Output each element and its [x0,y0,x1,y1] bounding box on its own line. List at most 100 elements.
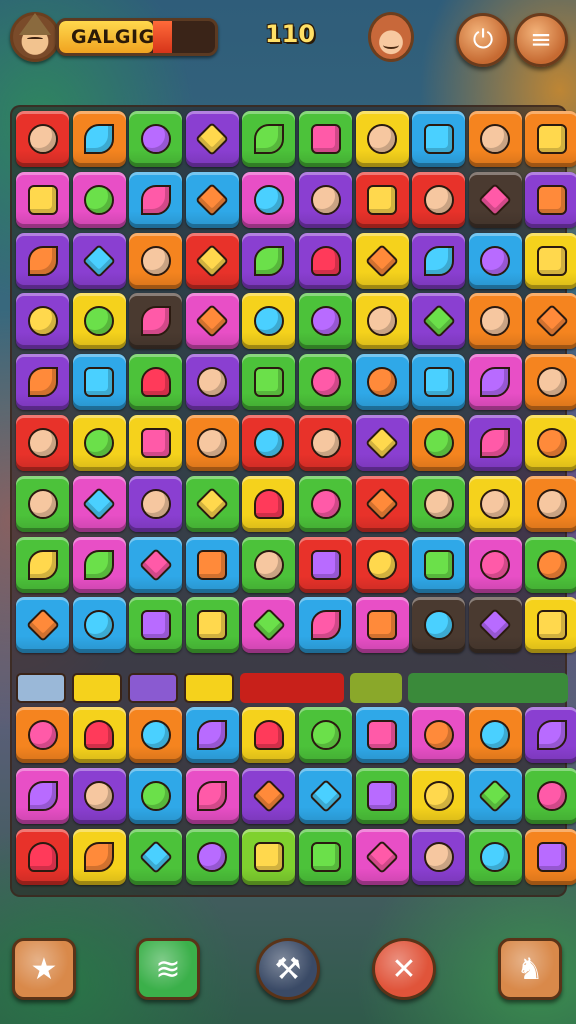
tool-button[interactable]: ⚒ [256,938,320,1000]
tile-blue-sq[interactable] [72,354,126,411]
tile-red-face[interactable] [412,171,466,228]
tile-pink-leaf[interactable] [72,536,126,593]
tile-pink-gem[interactable] [72,475,126,532]
tile-pink-circle[interactable] [412,707,466,763]
tile-green-circle[interactable] [299,354,352,411]
tile-yellow-sq[interactable] [525,597,576,654]
tile-blue-leaf[interactable] [299,597,352,654]
tile-yellow-circle[interactable] [72,415,126,471]
tile-red-circle[interactable] [355,536,409,593]
tile-purple-leaf[interactable] [468,415,522,471]
tile-orange-circle[interactable] [412,415,466,471]
tile-green-circle[interactable] [525,767,576,824]
tile-green-sq[interactable] [185,597,239,654]
close-button[interactable]: ✕ [372,938,436,1000]
tile-green-sq[interactable] [299,828,352,885]
tile-red-sq[interactable] [299,536,352,593]
tile-yellow-sq[interactable] [525,232,576,289]
tile-yellow-leaf[interactable] [72,828,126,885]
tile-green-circle[interactable] [299,293,352,350]
tile-pink-leaf[interactable] [185,767,239,824]
tile-pink-leaf[interactable] [468,354,522,411]
tile-green-gem[interactable] [185,475,239,532]
tile-blue-gem[interactable] [185,171,239,228]
tile-yellow-circle[interactable] [412,767,466,824]
tile-pink-circle[interactable] [72,171,126,228]
tile-purple-sq[interactable] [525,171,576,228]
tile-green-circle[interactable] [468,828,522,885]
tile-red-circle[interactable] [242,415,296,471]
tile-red-gem[interactable] [355,475,409,532]
tile-red-face[interactable] [299,415,352,471]
tile-green-circle[interactable] [185,828,239,885]
tile-green-circle[interactable] [299,475,352,532]
tile-orange-leaf[interactable] [72,111,126,167]
tile-purple-gem[interactable] [242,767,296,824]
tile-blue-leaf[interactable] [185,707,239,763]
tile-orange-face[interactable] [468,111,522,167]
tile-blue-sq[interactable] [412,354,466,411]
tile-purple-circle[interactable] [16,293,69,350]
tile-purple-gem[interactable] [72,232,126,289]
tile-blue-sq[interactable] [412,536,466,593]
tile-green-face[interactable] [242,536,296,593]
tile-green-face[interactable] [412,475,466,532]
tile-purple-face[interactable] [72,767,126,824]
tile-orange-gem[interactable] [525,293,576,350]
tile-red-face[interactable] [16,111,69,167]
tile-blue-gem[interactable] [129,536,183,593]
tile-orange-face[interactable] [129,232,183,289]
tile-pink-leaf[interactable] [16,767,69,824]
tile-orange-face[interactable] [185,415,239,471]
tile-blue-gem[interactable] [299,767,352,824]
tile-yellow-gem[interactable] [355,232,409,289]
tile-blue-sq[interactable] [355,707,409,763]
tile-purple-face[interactable] [185,354,239,411]
tile-yellow-circle[interactable] [72,293,126,350]
tile-blue-circle[interactable] [468,232,522,289]
tile-orange-circle[interactable] [468,707,522,763]
tile-dark-leaf[interactable] [129,293,183,350]
tile-pink-gem[interactable] [242,597,296,654]
tile-orange-face[interactable] [468,293,522,350]
star-button[interactable]: ★ [12,938,76,1000]
tile-yellow-circle[interactable] [242,293,296,350]
tile-purple-leaf[interactable] [16,232,69,289]
tile-yellow-circle[interactable] [525,415,576,471]
tile-yellow-heart[interactable] [72,707,126,763]
tile-lime-sq[interactable] [242,828,296,885]
tile-yellow-face[interactable] [355,293,409,350]
tile-purple-heart[interactable] [299,232,352,289]
tile-dark-circle[interactable] [412,597,466,654]
tile-green-sq[interactable] [129,597,183,654]
tile-green-face[interactable] [16,475,69,532]
tile-purple-leaf[interactable] [525,707,576,763]
tile-pink-gem[interactable] [355,828,409,885]
tile-green-sq[interactable] [299,111,352,167]
tile-yellow-heart[interactable] [242,475,296,532]
tile-green-gem[interactable] [129,828,183,885]
tile-red-heart[interactable] [16,828,69,885]
tile-purple-face[interactable] [299,171,352,228]
tile-blue-gem[interactable] [468,767,522,824]
tile-blue-gem[interactable] [16,597,69,654]
tile-green-sq[interactable] [242,354,296,411]
tile-green-heart[interactable] [129,354,183,411]
tile-green-circle[interactable] [129,111,183,167]
tile-purple-leaf[interactable] [412,232,466,289]
boost-button[interactable]: ≋ [136,938,200,1000]
tile-purple-leaf[interactable] [242,232,296,289]
character-button[interactable] [368,12,414,62]
tile-yellow-face[interactable] [355,111,409,167]
tile-blue-sq[interactable] [412,111,466,167]
tile-green-circle[interactable] [525,536,576,593]
tile-purple-gem[interactable] [185,111,239,167]
tile-purple-gem[interactable] [412,293,466,350]
tile-purple-face[interactable] [129,475,183,532]
tile-green-sq[interactable] [355,767,409,824]
tile-orange-sq[interactable] [525,828,576,885]
tile-orange-face[interactable] [525,354,576,411]
tile-red-gem[interactable] [185,232,239,289]
tile-pink-circle[interactable] [242,171,296,228]
tile-purple-gem[interactable] [355,415,409,471]
